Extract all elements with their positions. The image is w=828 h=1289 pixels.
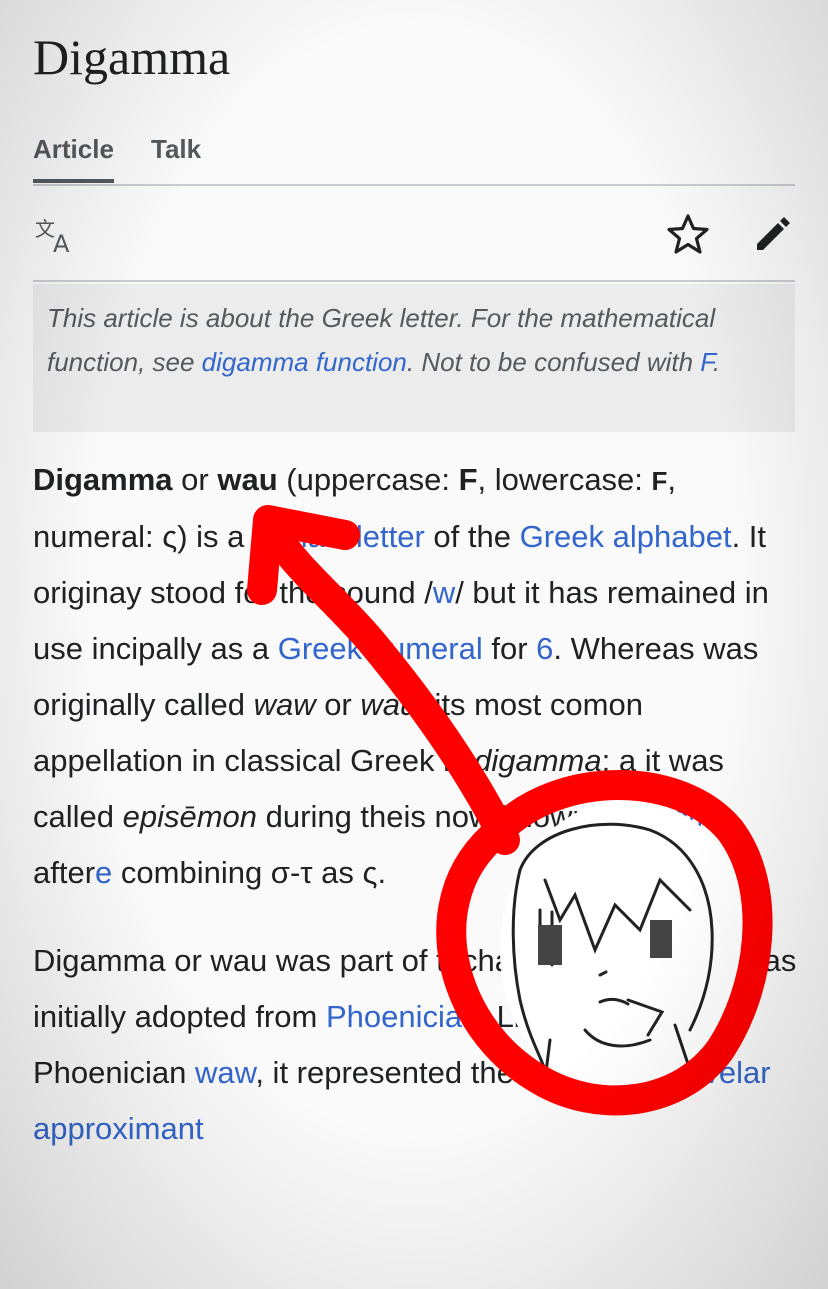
lowercase-glyph: F [651,466,668,496]
greek-numeral-link[interactable]: Greek numeral [278,631,483,666]
digamma-function-link[interactable]: digamma function [202,347,407,377]
italic-term: wau [360,687,418,722]
page-title: Digamma [33,29,231,85]
italic-term: episēmon [122,799,258,834]
text: Digamma or wau was part of th [33,943,463,978]
text: , lowercase: [477,462,652,497]
hatnote-text: . [712,347,721,377]
bold-term: Digamma [33,462,173,497]
page-toolbar: 文 A [33,184,795,282]
hatnote-text: . Not to be confused with [406,347,701,377]
star-icon[interactable] [666,212,710,256]
text: , it represented the [255,1055,523,1090]
text: incipally as a [91,631,278,666]
greek-alphabet-link[interactable]: Greek alphabet [520,519,732,554]
tab-article[interactable]: Article [33,134,114,183]
paragraph-2: Digamma or wau was part of thchaic Greek… [33,933,798,1157]
numeral-glyph: ς [162,519,178,554]
text: during the [257,799,404,834]
text: for [482,631,537,666]
stigma-glyph: ς [362,855,378,890]
edit-pencil-icon[interactable] [751,212,795,256]
paragraph-1: Digamma or wau (uppercase: F, lowercase:… [33,452,798,901]
w-sound-link[interactable]: w [433,575,455,610]
six-link[interactable]: 6 [536,631,553,666]
text: or [172,462,218,497]
text: is now known as [403,799,640,834]
svg-text:文: 文 [35,217,55,241]
text: . [377,855,387,890]
text: y stood for the sound / [126,575,433,610]
text: or [315,687,361,722]
text: combining σ-τ as [112,855,363,890]
tab-bar: Article Talk [33,130,795,186]
text: ) is a [177,519,245,554]
hatnote: This article is about the Greek letter. … [33,284,795,432]
text: ; a [601,743,637,778]
text: of the [424,519,520,554]
text: . Whereas [553,631,704,666]
archaic-letter-link[interactable]: haic letter [290,519,424,554]
language-icon[interactable]: 文 A [33,212,77,258]
stigma-link[interactable]: stigma [640,799,731,834]
bold-term: wau [217,462,278,497]
ligature-link[interactable]: e [95,855,112,890]
text: , its most com [417,687,609,722]
uppercase-glyph: F [458,462,478,497]
f-link[interactable]: F [700,347,713,377]
text: (uppercase: [277,462,459,497]
italic-term: digamma [474,743,602,778]
italic-term: waw [253,687,316,722]
phoenician-link[interactable]: Phoenician [326,999,479,1034]
text: after [33,855,96,890]
tab-talk[interactable]: Talk [151,134,201,179]
waw-link[interactable]: waw [195,1055,255,1090]
article-body: Digamma or wau (uppercase: F, lowercase:… [33,452,798,1189]
svg-text:A: A [53,230,70,256]
